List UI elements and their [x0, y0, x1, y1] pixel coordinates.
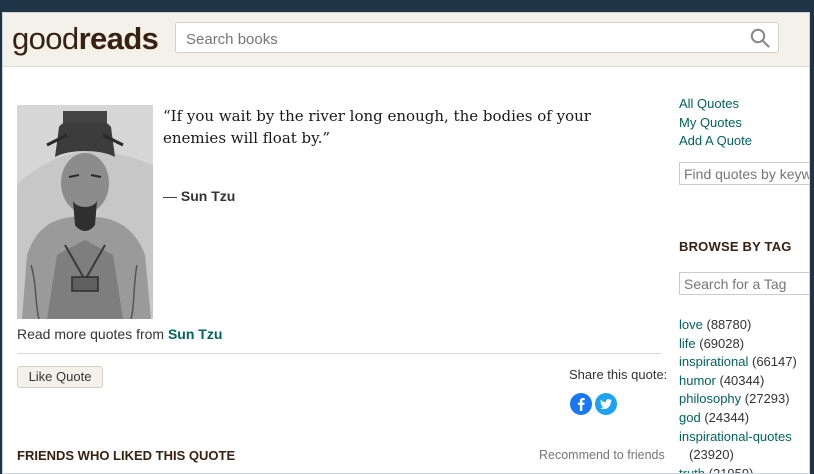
tag-link-philosophy[interactable]: philosophy [679, 391, 741, 406]
like-quote-button[interactable]: Like Quote [17, 366, 103, 388]
search-input[interactable] [184, 28, 748, 50]
quote-author-line: ― Sun Tzu [163, 188, 235, 204]
tag-item: inspirational (66147) [679, 353, 809, 372]
quote-text: “If you wait by the river long enough, t… [163, 107, 591, 147]
tag-count: (24344) [704, 409, 750, 425]
tag-count: (66147) [752, 354, 797, 370]
tag-link-humor[interactable]: humor [679, 373, 716, 388]
read-more-author-link[interactable]: Sun Tzu [168, 326, 222, 342]
add-a-quote-link[interactable]: Add A Quote [679, 132, 752, 151]
tag-item: life (69028) [679, 335, 809, 354]
share-label: Share this quote: [569, 367, 668, 382]
find-quotes-input[interactable] [679, 162, 809, 185]
tag-count: (40344) [719, 372, 765, 388]
tag-item: humor (40344) [679, 372, 809, 391]
twitter-icon[interactable] [595, 393, 617, 415]
tag-item: philosophy (27293) [679, 390, 809, 409]
tag-list: love (88780) life (69028) inspirational … [679, 316, 809, 474]
site-header: goodreads [3, 13, 809, 67]
logo-reads: reads [78, 21, 159, 56]
all-quotes-link[interactable]: All Quotes [679, 95, 752, 114]
tag-link-god[interactable]: god [679, 410, 701, 425]
tag-count: (88780) [706, 317, 752, 332]
recommend-to-friends-link[interactable]: Recommend to friends [539, 448, 665, 462]
tag-link-life[interactable]: life [679, 336, 696, 351]
tag-count: (69028) [699, 335, 745, 351]
author-portrait-image [17, 105, 153, 319]
quote-author[interactable]: Sun Tzu [181, 188, 235, 204]
divider [17, 353, 661, 354]
tag-count: (27293) [744, 391, 790, 407]
tag-link-love[interactable]: love [679, 317, 703, 332]
author-portrait[interactable] [17, 105, 153, 319]
browse-by-tag-title: BROWSE BY TAG [679, 239, 792, 254]
tag-item: love (88780) [679, 316, 809, 335]
search-box [175, 22, 779, 53]
tag-item: god (24344) [679, 409, 809, 428]
tag-link-inspirational-quotes[interactable]: inspirational-quotes [679, 429, 792, 444]
my-quotes-link[interactable]: My Quotes [679, 114, 752, 133]
friends-liked-title: FRIENDS WHO LIKED THIS QUOTE [17, 448, 236, 463]
read-more-line: Read more quotes from Sun Tzu [17, 326, 222, 342]
tag-item: truth (21959) [679, 465, 809, 474]
author-dash: ― [163, 188, 181, 204]
tag-item: inspirational-quotes (23920) [679, 428, 809, 465]
logo-good: good [12, 21, 79, 56]
search-icon[interactable] [750, 28, 770, 48]
read-more-prefix: Read more quotes from [17, 326, 168, 342]
tag-count: (23920) [689, 447, 734, 463]
sidebar-links: All Quotes My Quotes Add A Quote [679, 95, 752, 151]
goodreads-logo[interactable]: goodreads [12, 21, 159, 57]
tag-search-input[interactable] [679, 272, 809, 295]
page: goodreads Search books “If you wait by t… [2, 12, 810, 474]
tag-count: (21959) [708, 465, 754, 474]
tag-link-inspirational[interactable]: inspirational [679, 354, 748, 369]
tag-link-truth[interactable]: truth [679, 466, 705, 473]
facebook-icon[interactable] [570, 393, 592, 415]
